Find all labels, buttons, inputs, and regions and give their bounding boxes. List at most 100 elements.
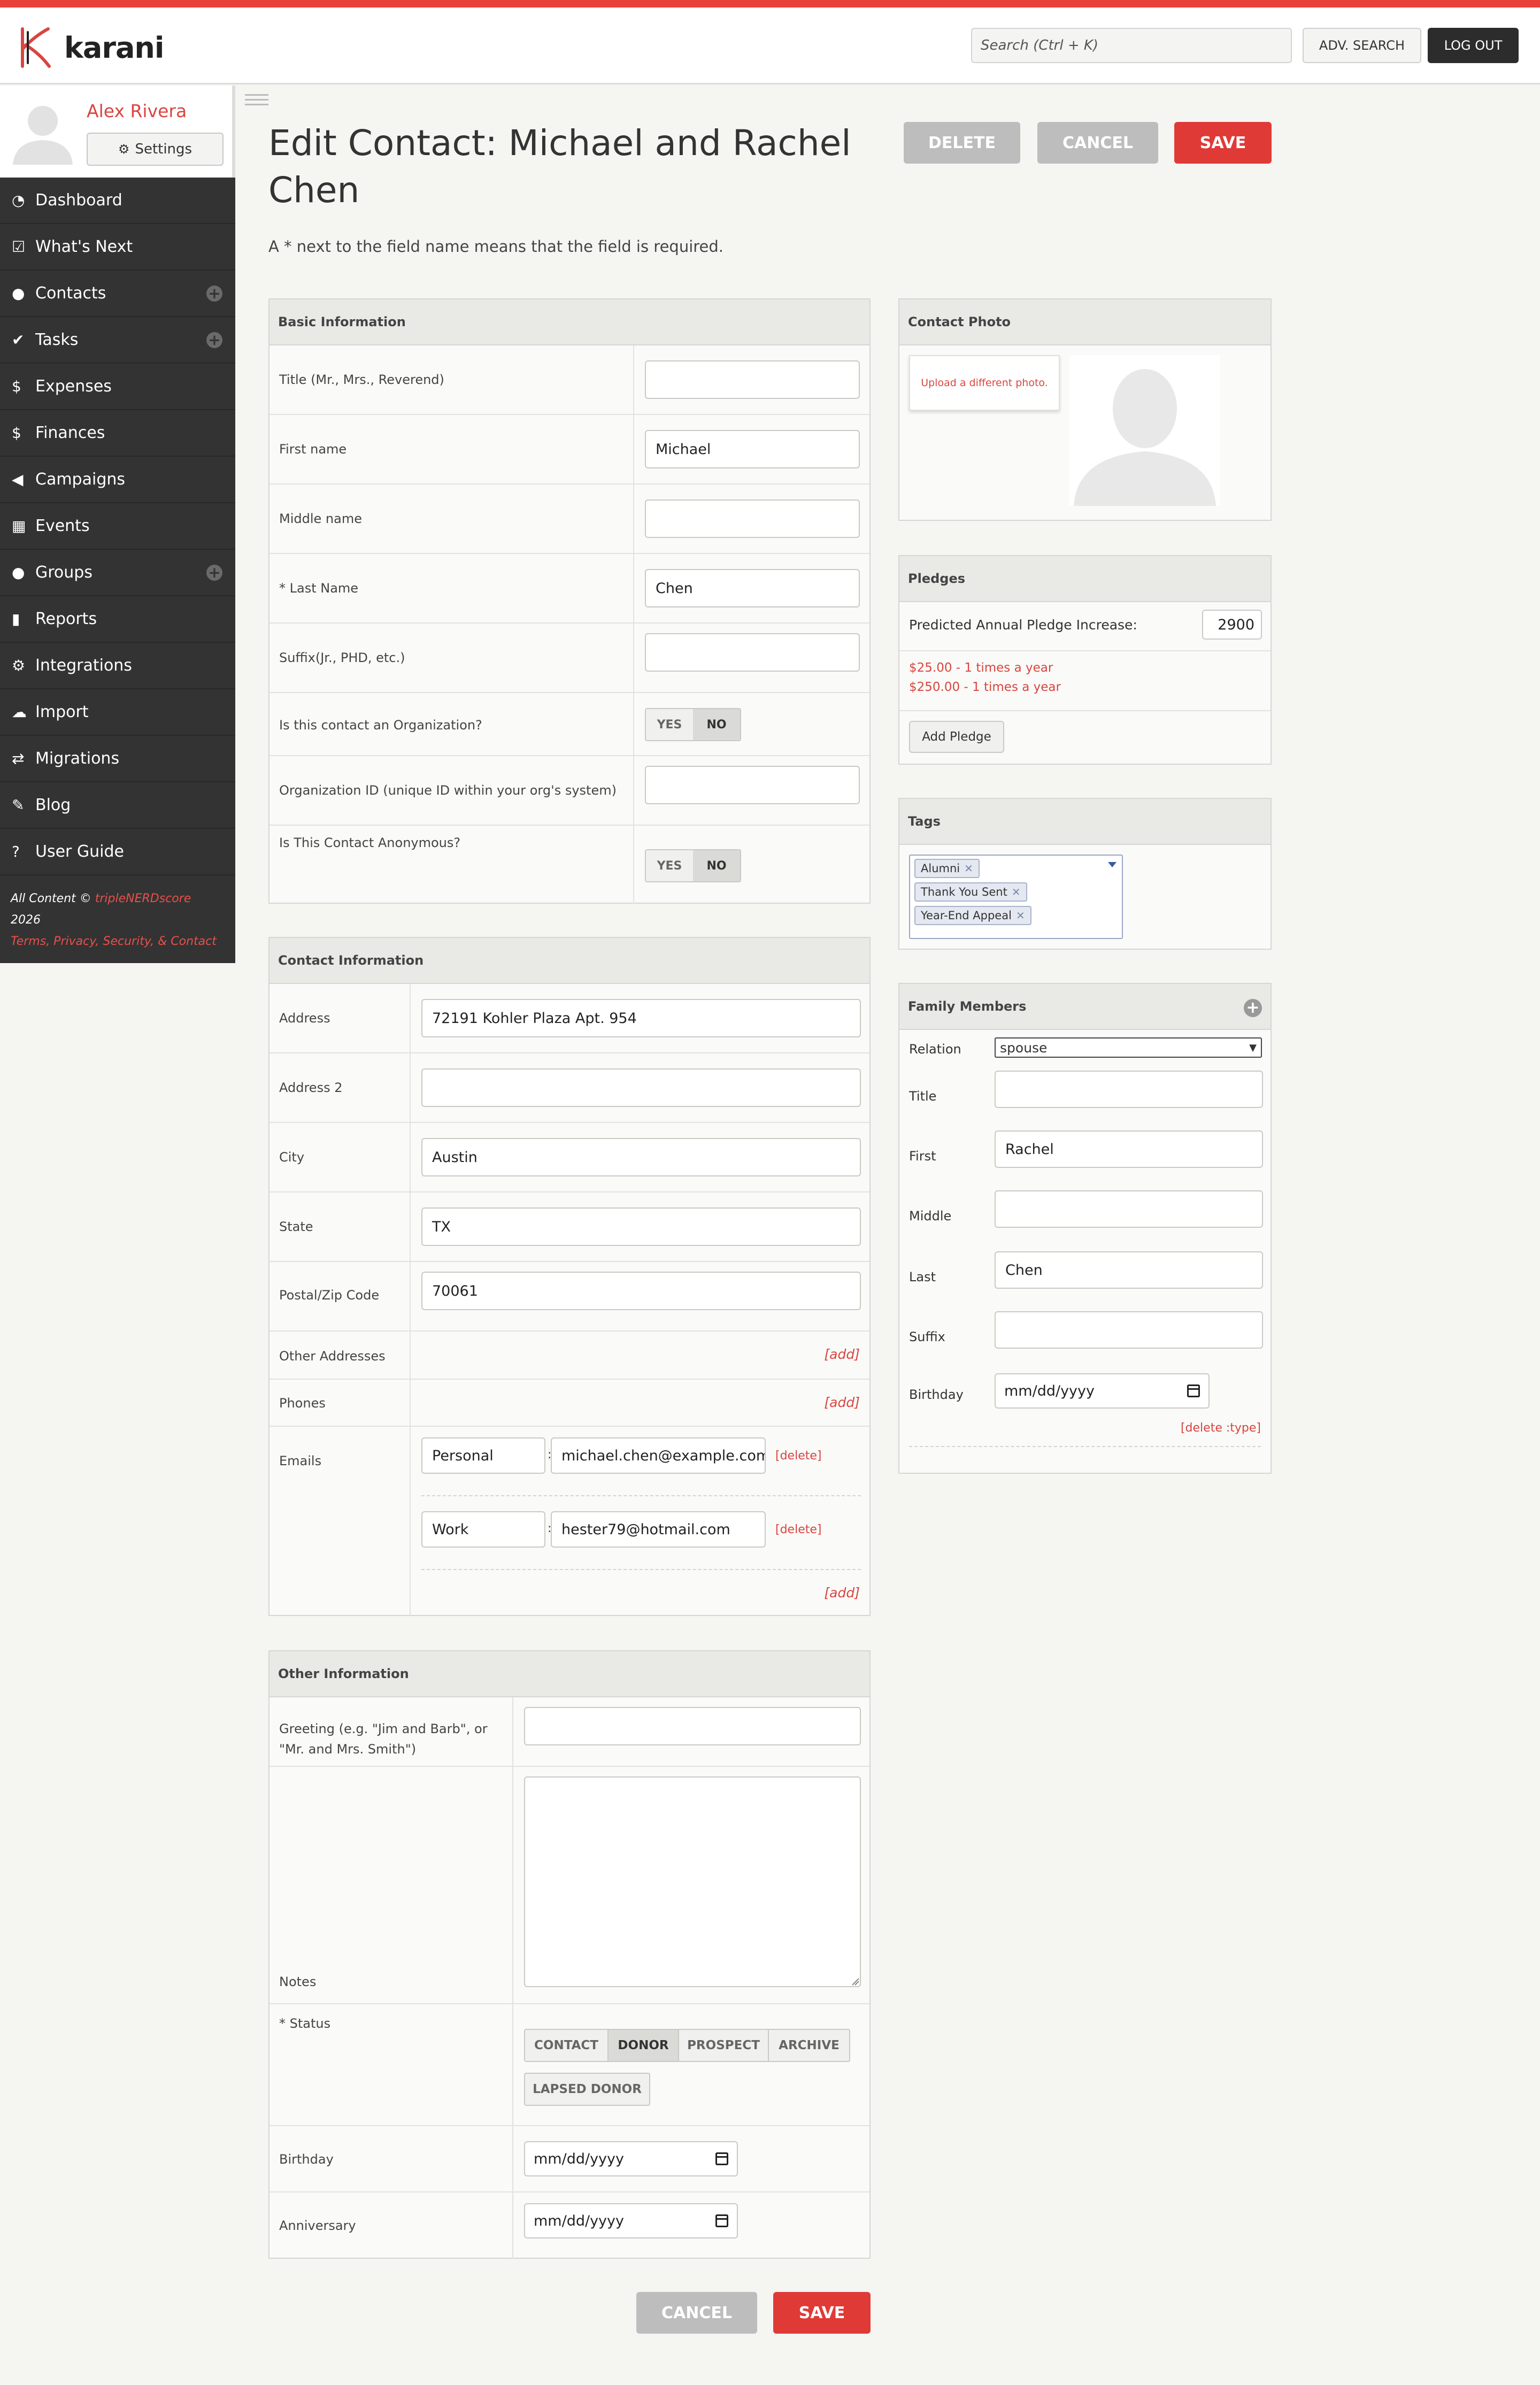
organization-id-input[interactable] bbox=[645, 766, 860, 804]
email-type-input[interactable]: Personal bbox=[421, 1437, 545, 1474]
sidebar-item-migrations[interactable]: ⇄ Migrations bbox=[0, 736, 235, 782]
family-birthday-date-input[interactable]: mm/dd/yyyy bbox=[995, 1373, 1210, 1409]
family-title-input[interactable] bbox=[995, 1071, 1263, 1108]
add-contact-icon[interactable]: + bbox=[206, 286, 222, 302]
title-label: Title (Mr., Mrs., Reverend) bbox=[279, 372, 444, 387]
sidebar-item-import[interactable]: ☁ Import bbox=[0, 689, 235, 736]
yes-option[interactable]: YES bbox=[646, 850, 693, 881]
no-option[interactable]: NO bbox=[693, 709, 740, 740]
suffix-input[interactable] bbox=[645, 633, 860, 672]
remove-tag-icon[interactable]: ✕ bbox=[964, 862, 973, 875]
last-name-input[interactable]: Chen bbox=[645, 569, 860, 607]
sidebar-item-blog[interactable]: ✎ Blog bbox=[0, 782, 235, 829]
family-last-input[interactable]: Chen bbox=[995, 1251, 1263, 1289]
settings-button[interactable]: ⚙ Settings bbox=[87, 133, 224, 166]
sidebar-item-whats-next[interactable]: ☑ What's Next bbox=[0, 224, 235, 271]
address-input[interactable]: 72191 Kohler Plaza Apt. 954 bbox=[421, 999, 861, 1037]
adv-search-button[interactable]: ADV. SEARCH bbox=[1303, 28, 1421, 63]
family-last-label: Last bbox=[909, 1270, 936, 1284]
status-prospect[interactable]: PROSPECT bbox=[678, 2029, 769, 2062]
sidebar-item-contacts[interactable]: ● Contacts + bbox=[0, 271, 235, 317]
greeting-input[interactable] bbox=[524, 1707, 861, 1745]
add-address-link[interactable]: [add] bbox=[824, 1347, 860, 1362]
save-button[interactable]: SAVE bbox=[1174, 122, 1272, 164]
pledge-item[interactable]: $25.00 - 1 times a year bbox=[909, 661, 1053, 675]
cancel-button[interactable]: CANCEL bbox=[1037, 122, 1158, 164]
menu-toggle-icon[interactable] bbox=[245, 94, 268, 106]
other-addresses-row: Other Addresses [add] bbox=[270, 1332, 869, 1380]
state-input[interactable]: TX bbox=[421, 1207, 861, 1246]
add-family-member-icon[interactable]: + bbox=[1244, 999, 1262, 1017]
calendar-icon[interactable] bbox=[1187, 1384, 1200, 1397]
logout-button[interactable]: LOG OUT bbox=[1428, 28, 1519, 63]
tags-multiselect[interactable]: Alumni ✕ Thank You Sent ✕ Year-End Appeal ✕ bbox=[909, 855, 1123, 939]
sidebar-item-events[interactable]: ▦ Events bbox=[0, 503, 235, 550]
email-address-input[interactable]: michael.chen@example.com bbox=[551, 1437, 766, 1474]
sidebar-item-dashboard[interactable]: ◔ Dashboard bbox=[0, 178, 235, 224]
sidebar-item-tasks[interactable]: ✔ Tasks + bbox=[0, 317, 235, 364]
title-input[interactable] bbox=[645, 360, 860, 399]
sidebar-item-campaigns[interactable]: ◀ Campaigns bbox=[0, 457, 235, 503]
status-lapsed-donor[interactable]: LAPSED DONOR bbox=[524, 2073, 650, 2106]
family-middle-input[interactable] bbox=[995, 1190, 1263, 1228]
middle-name-input[interactable] bbox=[645, 499, 860, 538]
anonymous-toggle[interactable]: YES NO bbox=[645, 849, 741, 882]
sidebar-item-integrations[interactable]: ⚙ Integrations bbox=[0, 643, 235, 689]
brand-link[interactable]: tripleNERDscore bbox=[95, 892, 191, 905]
calendar-icon[interactable] bbox=[715, 2152, 728, 2165]
remove-tag-icon[interactable]: ✕ bbox=[1016, 909, 1025, 922]
add-phone-link[interactable]: [add] bbox=[824, 1395, 860, 1410]
anniversary-date-input[interactable]: mm/dd/yyyy bbox=[524, 2203, 738, 2238]
email-address-input[interactable]: hester79@hotmail.com bbox=[551, 1511, 766, 1548]
sidebar-item-reports[interactable]: ▮ Reports bbox=[0, 596, 235, 643]
delete-family-member-link[interactable]: [delete :type] bbox=[1181, 1421, 1261, 1435]
sidebar-item-groups[interactable]: ● Groups + bbox=[0, 550, 235, 596]
bottom-cancel-button[interactable]: CANCEL bbox=[636, 2292, 757, 2334]
email-type-input[interactable]: Work bbox=[421, 1511, 545, 1548]
address2-input[interactable] bbox=[421, 1068, 861, 1107]
search-input[interactable]: Search (Ctrl + K) bbox=[971, 28, 1292, 63]
family-suffix-input[interactable] bbox=[995, 1311, 1263, 1349]
zip-input[interactable]: 70061 bbox=[421, 1272, 861, 1310]
status-donor[interactable]: DONOR bbox=[607, 2029, 679, 2062]
add-email-link[interactable]: [add] bbox=[824, 1585, 860, 1601]
logo-text: karani bbox=[64, 30, 164, 65]
add-group-icon[interactable]: + bbox=[206, 565, 222, 581]
question-icon: ? bbox=[12, 843, 20, 860]
city-row: City Austin bbox=[270, 1123, 869, 1192]
family-first-input[interactable]: Rachel bbox=[995, 1130, 1263, 1168]
sidebar-item-finances[interactable]: $ Finances bbox=[0, 410, 235, 457]
delete-button[interactable]: DELETE bbox=[904, 122, 1020, 164]
zip-label: Postal/Zip Code bbox=[279, 1288, 380, 1303]
organization-toggle[interactable]: YES NO bbox=[645, 708, 741, 741]
relation-select[interactable]: spouse ▼ bbox=[995, 1037, 1262, 1058]
address-row: Address 72191 Kohler Plaza Apt. 954 bbox=[270, 984, 869, 1053]
bottom-save-button[interactable]: SAVE bbox=[773, 2292, 871, 2334]
sidebar-item-user-guide[interactable]: ? User Guide bbox=[0, 829, 235, 875]
calendar-icon[interactable] bbox=[715, 2214, 728, 2227]
footer-links[interactable]: Terms, Privacy, Security, & Contact bbox=[11, 931, 225, 952]
resize-handle-icon[interactable] bbox=[851, 1978, 860, 1986]
add-pledge-button[interactable]: Add Pledge bbox=[909, 721, 1004, 753]
dropdown-arrow-icon[interactable] bbox=[1107, 861, 1118, 868]
status-archive[interactable]: ARCHIVE bbox=[768, 2029, 850, 2062]
first-name-input[interactable]: Michael bbox=[645, 430, 860, 468]
logo[interactable]: karani bbox=[18, 25, 164, 71]
yes-option[interactable]: YES bbox=[646, 709, 693, 740]
user-name[interactable]: Alex Rivera bbox=[87, 101, 187, 121]
delete-email-link[interactable]: [delete] bbox=[775, 1449, 821, 1463]
remove-tag-icon[interactable]: ✕ bbox=[1012, 886, 1021, 898]
city-input[interactable]: Austin bbox=[421, 1138, 861, 1176]
delete-email-link[interactable]: [delete] bbox=[775, 1523, 821, 1536]
tag-label: Year-End Appeal bbox=[921, 909, 1012, 922]
sidebar-item-expenses[interactable]: $ Expenses bbox=[0, 364, 235, 410]
phones-label: Phones bbox=[279, 1396, 326, 1411]
add-task-icon[interactable]: + bbox=[206, 332, 222, 348]
status-contact[interactable]: CONTACT bbox=[524, 2029, 609, 2062]
predicted-pledge-input[interactable]: 2900 bbox=[1202, 610, 1262, 640]
upload-photo-button[interactable]: Upload a different photo. bbox=[909, 355, 1060, 411]
no-option[interactable]: NO bbox=[693, 850, 740, 881]
pledge-item[interactable]: $250.00 - 1 times a year bbox=[909, 680, 1061, 694]
birthday-date-input[interactable]: mm/dd/yyyy bbox=[524, 2141, 738, 2176]
notes-textarea[interactable] bbox=[524, 1776, 861, 1987]
